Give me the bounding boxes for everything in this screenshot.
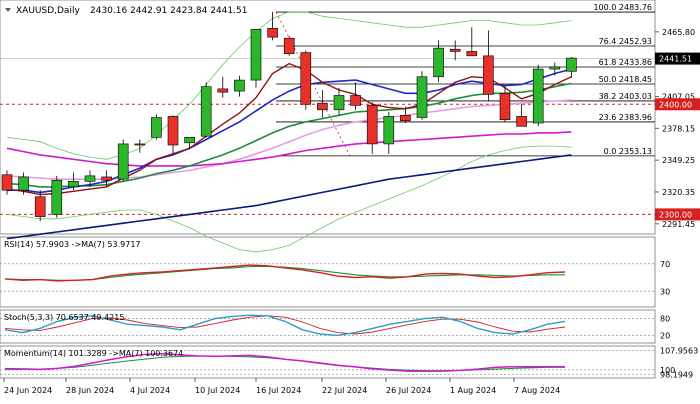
date-label: 7 Aug 2024: [514, 386, 560, 395]
fib-label-2: 61.8 2433.86: [599, 58, 652, 67]
candle-body[interactable]: [333, 95, 345, 111]
candle-body[interactable]: [51, 179, 63, 215]
candle-body[interactable]: [68, 181, 79, 188]
stoch-label: Stoch(5,3,3) 70.6537 49.4215: [4, 313, 124, 322]
rsi-level-label-1: 30: [660, 287, 670, 296]
candle-body[interactable]: [101, 176, 112, 181]
date-label: 10 Jul 2024: [195, 386, 240, 395]
ohlc-values: 2430.16 2442.91 2423.84 2441.51: [90, 6, 247, 16]
date-label: 22 Jul 2024: [322, 386, 367, 395]
candle-body[interactable]: [84, 175, 96, 182]
candle-body[interactable]: [549, 66, 561, 70]
candle-body[interactable]: [400, 114, 411, 122]
candle-body[interactable]: [167, 116, 179, 146]
price-tick-label: 2291.45: [662, 220, 695, 229]
candle-body[interactable]: [34, 196, 46, 217]
trading-chart[interactable]: 100.0 2483.76 76.4 2452.93 61.8 2433.86 50.…: [0, 0, 700, 400]
price-tick-label: 2378.15: [662, 124, 695, 133]
candle-body[interactable]: [217, 88, 229, 93]
candle-body[interactable]: [499, 92, 511, 121]
candle-body[interactable]: [134, 143, 146, 146]
fib-label-3: 50.0 2418.45: [599, 75, 652, 84]
momentum-level-label-2: 98.1949: [660, 370, 693, 379]
current-price-label: 2441.51: [659, 55, 692, 64]
candle-body[interactable]: [433, 47, 444, 78]
candle-body[interactable]: [532, 68, 544, 124]
candle-body[interactable]: [383, 116, 395, 145]
candle-body[interactable]: [416, 76, 428, 118]
candle-body[interactable]: [234, 79, 245, 92]
momentum-label: Momentum(14) 101.3289 ->MA(7) 100.3674: [4, 349, 183, 358]
rsi-level-label-0: 70: [660, 260, 670, 269]
date-label: 1 Aug 2024: [450, 386, 496, 395]
stoch-level-label-0: 80: [660, 315, 670, 324]
candle-body[interactable]: [317, 102, 328, 111]
level-2300-label: 2300.00: [659, 210, 692, 219]
date-label: 16 Jul 2024: [256, 386, 301, 395]
price-tick-label: 2465.80: [662, 28, 695, 37]
rsi-label: RSI(14) 57.9903 ->MA(7) 53.9717: [4, 240, 141, 249]
candle-body[interactable]: [350, 95, 361, 106]
date-label: 4 Jul 2024: [130, 386, 170, 395]
date-label: 24 Jun 2024: [4, 386, 52, 395]
stoch-level-label-1: 20: [660, 331, 670, 340]
candle-body[interactable]: [267, 28, 278, 38]
candle-body[interactable]: [250, 29, 262, 81]
candle-body[interactable]: [300, 52, 312, 105]
candle-body[interactable]: [449, 48, 461, 52]
candle-body[interactable]: [366, 105, 378, 145]
candle-body[interactable]: [566, 57, 577, 72]
candle-body[interactable]: [466, 51, 478, 57]
candle-body[interactable]: [200, 86, 212, 137]
candle-body[interactable]: [184, 137, 195, 144]
symbol-label: XAUUSD,Daily: [16, 6, 80, 16]
candle-body[interactable]: [151, 117, 162, 138]
fib-label-1: 76.4 2452.93: [599, 37, 652, 46]
candle-body[interactable]: [18, 176, 29, 191]
fib-label-5: 23.6 2383.96: [599, 113, 652, 122]
candle-body[interactable]: [283, 37, 295, 54]
price-tick-label: 2320.35: [662, 188, 695, 197]
candle-body[interactable]: [117, 143, 129, 180]
candle-body[interactable]: [1, 174, 13, 191]
momentum-level-label-0: 107.9563: [660, 346, 698, 355]
candle-body[interactable]: [516, 116, 527, 127]
price-axis[interactable]: 2465.802407.052378.152349.252320.352291.…: [655, 28, 700, 229]
fib-label-0: 100.0 2483.76: [593, 3, 652, 12]
fib-label-6: 0.0 2353.13: [604, 147, 652, 156]
candle-body[interactable]: [483, 55, 494, 95]
chart-svg[interactable]: 100.0 2483.76 76.4 2452.93 61.8 2433.86 50.…: [0, 0, 700, 400]
date-label: 28 Jun 2024: [66, 386, 114, 395]
date-axis: 24 Jun 2024 28 Jun 2024 4 Jul 2024 10 Jul 2…: [3, 378, 560, 395]
symbol-header: XAUUSD,Daily 2430.16 2442.91 2423.84 244…: [5, 6, 247, 16]
date-label: 26 Jul 2024: [386, 386, 431, 395]
fib-label-4: 38.2 2403.03: [599, 92, 652, 101]
level-2400-label: 2400.00: [659, 100, 692, 109]
price-tick-label: 2349.25: [662, 156, 695, 165]
